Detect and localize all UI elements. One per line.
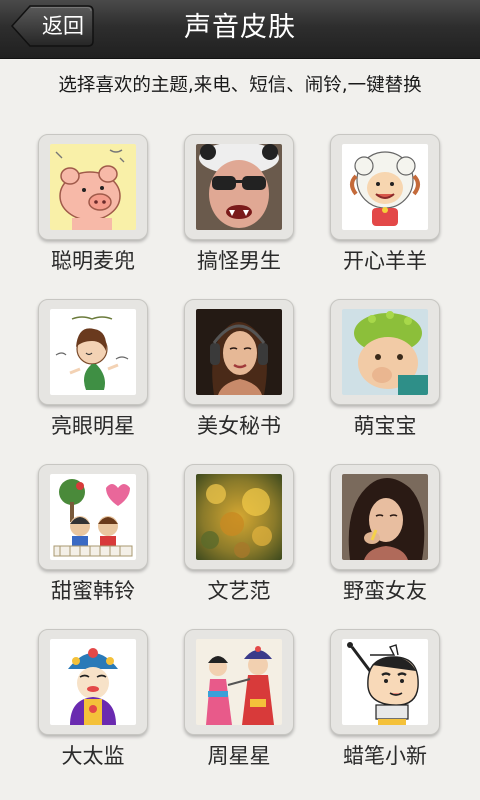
- skin-item-mei-nv-mi-shu[interactable]: 美女秘书: [164, 295, 312, 460]
- skin-item-kai-xin-yang-yang[interactable]: 开心羊羊: [310, 130, 458, 295]
- title-bar: 返回 声音皮肤: [0, 0, 480, 59]
- skin-thumbnail-frame[interactable]: [38, 629, 148, 735]
- skin-item-zhou-xing-xing[interactable]: 周星星: [164, 625, 312, 790]
- autumn-leaves-icon: [196, 474, 282, 560]
- crayon-shinchan-icon: [342, 639, 428, 725]
- skin-label: 甜蜜韩铃: [51, 579, 135, 603]
- skin-label: 搞怪男生: [197, 249, 281, 273]
- skin-item-wen-yi-fan[interactable]: 文艺范: [164, 460, 312, 625]
- girlfriend-photo-icon: [342, 474, 428, 560]
- page-title: 声音皮肤: [184, 12, 296, 43]
- happy-sheep-icon: [342, 144, 428, 230]
- skin-thumbnail-frame[interactable]: [38, 299, 148, 405]
- pig-cartoon-icon: [50, 144, 136, 230]
- skin-thumbnail-frame[interactable]: [330, 629, 440, 735]
- skin-item-ye-man-nv-you[interactable]: 野蛮女友: [310, 460, 458, 625]
- skin-label: 大太监: [61, 744, 125, 768]
- skin-thumbnail-frame[interactable]: [38, 134, 148, 240]
- star-girl-cartoon-icon: [50, 309, 136, 395]
- skin-label: 文艺范: [207, 579, 271, 603]
- funny-boy-icon: [196, 144, 282, 230]
- secretary-photo-icon: [196, 309, 282, 395]
- skin-item-la-bi-xiao-xin[interactable]: 蜡笔小新: [310, 625, 458, 790]
- skin-item-meng-bao-bao[interactable]: 萌宝宝: [310, 295, 458, 460]
- skin-item-da-tai-jian[interactable]: 大太监: [18, 625, 166, 790]
- opera-eunuch-icon: [50, 639, 136, 725]
- skin-item-tian-mi-han-ling[interactable]: 甜蜜韩铃: [18, 460, 166, 625]
- skin-item-cong-ming-mai-dou[interactable]: 聪明麦兜: [18, 130, 166, 295]
- skin-item-liang-yan-ming-xing[interactable]: 亮眼明星: [18, 295, 166, 460]
- back-label: 返回: [42, 14, 84, 38]
- skin-thumbnail-frame[interactable]: [184, 134, 294, 240]
- skin-label: 美女秘书: [197, 414, 281, 438]
- skin-item-gao-guai-nan-sheng[interactable]: 搞怪男生: [164, 130, 312, 295]
- skin-thumbnail-frame[interactable]: [184, 299, 294, 405]
- skin-label: 周星星: [207, 744, 271, 768]
- back-button[interactable]: 返回: [10, 5, 94, 47]
- skin-thumbnail-frame[interactable]: [330, 299, 440, 405]
- baby-photo-icon: [342, 309, 428, 395]
- sweet-couple-icon: [50, 474, 136, 560]
- skin-thumbnail-frame[interactable]: [330, 464, 440, 570]
- skin-label: 萌宝宝: [353, 414, 417, 438]
- opera-duo-icon: [196, 639, 282, 725]
- skin-label: 开心羊羊: [343, 249, 427, 273]
- skin-label: 亮眼明星: [51, 414, 135, 438]
- skin-thumbnail-frame[interactable]: [184, 464, 294, 570]
- skin-label: 野蛮女友: [343, 579, 427, 603]
- skin-label: 蜡笔小新: [343, 744, 427, 768]
- intro-text: 选择喜欢的主题,来电、短信、闹铃,一键替换: [58, 75, 422, 96]
- skin-thumbnail-frame[interactable]: [184, 629, 294, 735]
- skin-label: 聪明麦兜: [51, 249, 135, 273]
- skin-thumbnail-frame[interactable]: [38, 464, 148, 570]
- skin-thumbnail-frame[interactable]: [330, 134, 440, 240]
